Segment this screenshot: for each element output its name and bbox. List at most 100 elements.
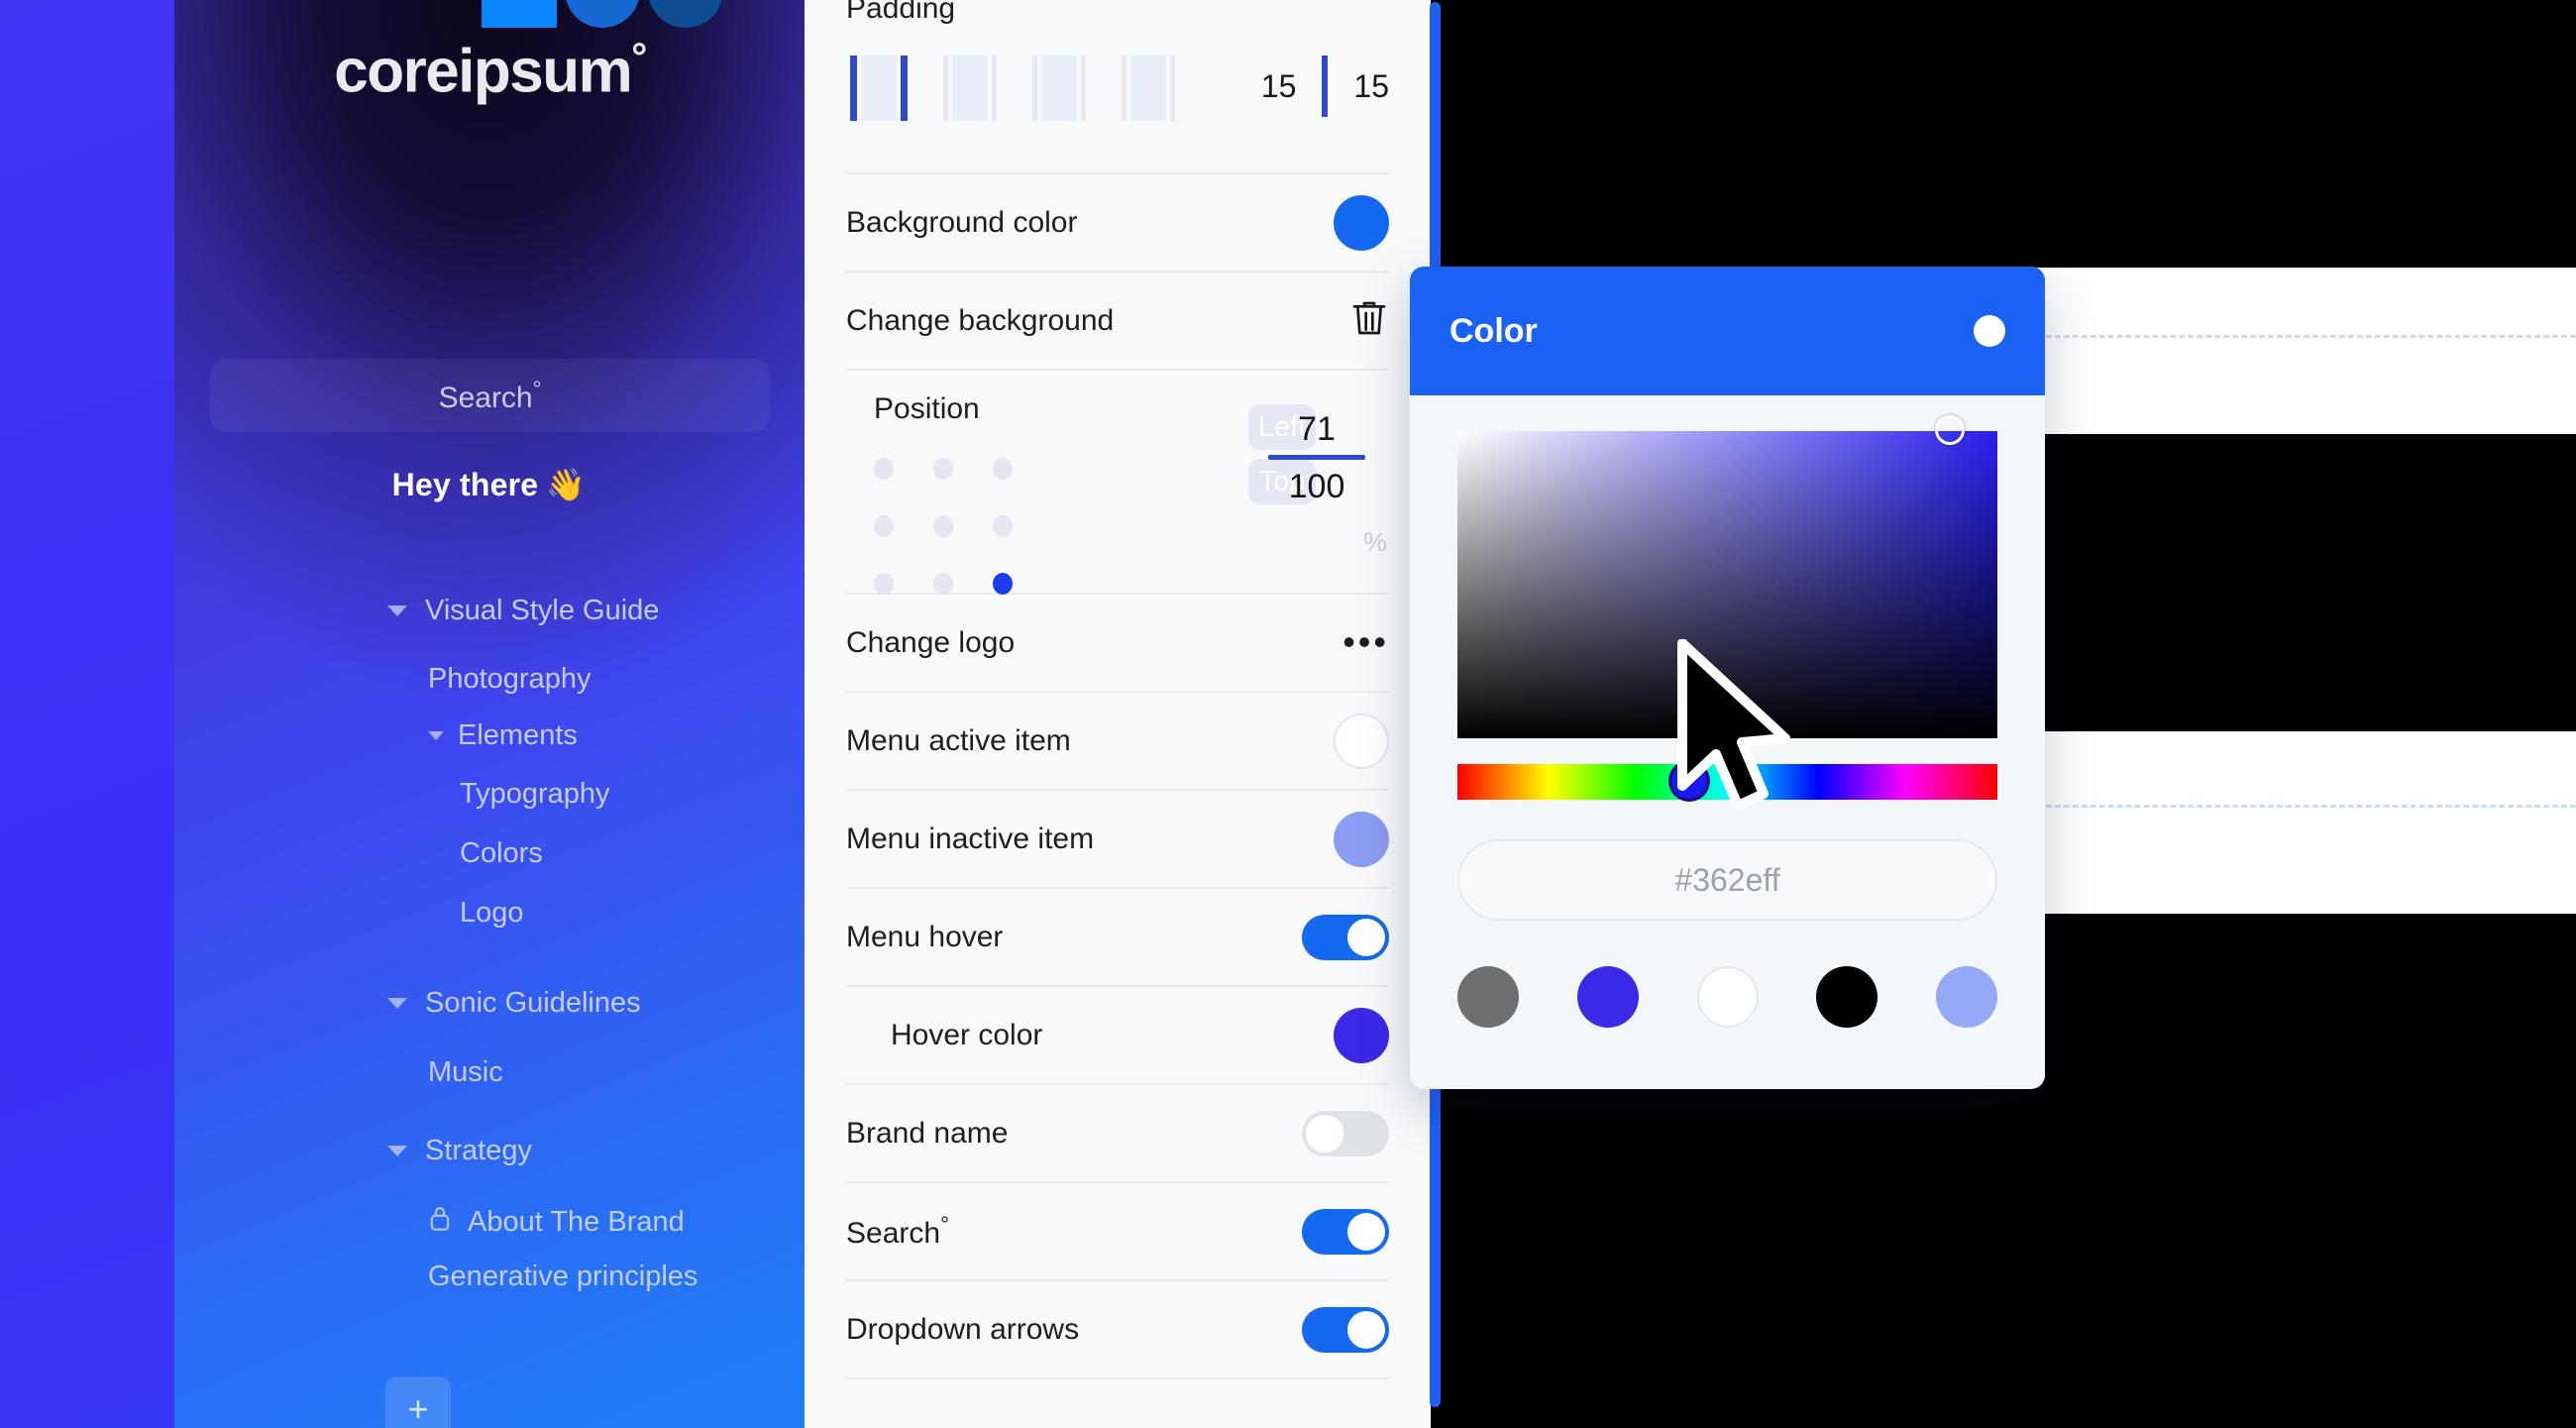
sidebar-item-music[interactable]: Music — [428, 1056, 503, 1089]
padding-horizontal-value[interactable]: 15 — [1261, 68, 1297, 105]
padding-values: 15 15 — [1261, 55, 1389, 117]
position-cell-2[interactable] — [993, 458, 1013, 480]
color-swatch[interactable] — [1334, 1007, 1389, 1063]
sidebar-item-label: Sonic Guidelines — [425, 987, 641, 1019]
waving-hand-icon: 👋 — [546, 467, 587, 502]
chevron-down-icon[interactable] — [387, 998, 407, 1009]
row-background-color[interactable]: Background color — [846, 174, 1389, 273]
brand-wordmark-degree: ° — [631, 36, 647, 79]
preset-swatch-periwinkle[interactable] — [1936, 966, 1997, 1028]
padding-edge-bar — [943, 55, 948, 121]
sidebar-item-label: Music — [428, 1056, 503, 1088]
sidebar-item-sonic-guidelines[interactable]: Sonic Guidelines — [387, 987, 641, 1020]
position-cell-5[interactable] — [993, 515, 1013, 537]
toggle-switch[interactable] — [1302, 1306, 1389, 1353]
sidebar-item-visual-style-guide[interactable]: Visual Style Guide — [387, 595, 659, 627]
row-label: Brand name — [846, 1116, 1009, 1150]
padding-group-3[interactable] — [1032, 55, 1086, 121]
preset-swatch-blue-violet[interactable] — [1576, 966, 1639, 1028]
color-swatch[interactable] — [1334, 713, 1389, 769]
sidebar-item-label: Strategy — [425, 1135, 532, 1166]
padding-edge-bar — [1032, 55, 1037, 121]
color-preview-dot[interactable] — [1974, 315, 2005, 347]
preset-swatch-gray[interactable] — [1457, 966, 1519, 1028]
trash-icon[interactable] — [1349, 296, 1389, 345]
row-menu-active-item[interactable]: Menu active item — [846, 693, 1389, 791]
row-menu-hover[interactable]: Menu hover — [846, 889, 1389, 987]
position-grid-row — [874, 573, 1013, 595]
row-label: Hover color — [891, 1018, 1043, 1051]
sidebar-item-strategy[interactable]: Strategy — [387, 1135, 532, 1167]
preset-swatch-black[interactable] — [1816, 966, 1878, 1028]
sidebar-item-generative-principles[interactable]: Generative principles — [428, 1261, 698, 1293]
toggle-switch[interactable] — [1302, 914, 1389, 960]
background-color-label: Background color — [846, 205, 1078, 239]
position-value-underline — [1268, 455, 1365, 460]
greeting-text: Hey there 👋 — [174, 466, 805, 503]
padding-group-left[interactable] — [850, 55, 908, 121]
padding-label: Padding — [846, 0, 956, 25]
row-hover-color[interactable]: Hover color — [846, 987, 1389, 1085]
padding-group-4[interactable] — [1122, 55, 1175, 121]
position-left-value[interactable]: 71 — [1262, 410, 1371, 449]
padding-edge-bar — [850, 55, 857, 121]
position-cell-1[interactable] — [933, 458, 953, 480]
hex-input[interactable]: #362eff — [1457, 839, 1997, 921]
position-cell-4[interactable] — [933, 515, 953, 537]
sidebar-item-elements[interactable]: Elements — [428, 719, 578, 752]
background-color-swatch[interactable] — [1334, 194, 1389, 251]
saturation-handle[interactable] — [1935, 415, 1965, 445]
toggle-switch[interactable] — [1302, 1110, 1389, 1156]
logo-dome-shape-1 — [565, 0, 640, 28]
brand-wordmark: coreipsum° — [174, 36, 805, 107]
position-grid-row — [874, 458, 1013, 480]
position-grid-row — [874, 515, 1013, 537]
sidebar-item-typography[interactable]: Typography — [460, 778, 610, 811]
position-cell-8-active[interactable] — [993, 573, 1013, 595]
toggle-knob — [1306, 1114, 1343, 1153]
position-cell-6[interactable] — [874, 573, 894, 595]
more-horizontal-icon[interactable]: ••• — [1342, 623, 1389, 660]
toggle-switch[interactable] — [1302, 1208, 1389, 1255]
padding-fill-bar — [952, 55, 988, 121]
row-label: Search° — [846, 1212, 949, 1250]
change-background-label: Change background — [846, 303, 1115, 337]
sidebar-item-colors[interactable]: Colors — [460, 837, 543, 870]
sidebar-item-label: Colors — [460, 837, 543, 869]
search-input[interactable]: Search° — [210, 359, 770, 432]
position-top-value[interactable]: 100 — [1262, 468, 1371, 506]
logo-dome-shape-2 — [648, 0, 723, 28]
add-page-button[interactable]: + — [385, 1376, 451, 1428]
row-dropdown-arrows[interactable]: Dropdown arrows — [846, 1281, 1389, 1379]
hue-slider-handle[interactable] — [1668, 760, 1710, 802]
row-label: Menu inactive item — [846, 822, 1095, 855]
chevron-down-icon[interactable] — [387, 1146, 407, 1156]
position-cell-3[interactable] — [874, 515, 894, 537]
hue-slider[interactable] — [1457, 760, 1997, 802]
sidebar-item-label: Elements — [458, 719, 578, 751]
preset-swatch-white[interactable] — [1696, 966, 1759, 1028]
chevron-down-icon[interactable] — [428, 731, 444, 740]
color-swatch[interactable] — [1334, 811, 1389, 867]
position-label: Position — [874, 392, 980, 425]
sidebar-item-label: Photography — [428, 663, 591, 695]
row-menu-inactive-item[interactable]: Menu inactive item — [846, 791, 1389, 889]
padding-group-2[interactable] — [943, 55, 997, 121]
position-cell-0[interactable] — [874, 458, 894, 480]
row-brand-name[interactable]: Brand name — [846, 1085, 1389, 1183]
sidebar-item-photography[interactable]: Photography — [428, 663, 590, 696]
position-cell-7[interactable] — [933, 573, 953, 595]
padding-vertical-value[interactable]: 15 — [1353, 68, 1389, 105]
sidebar-item-logo[interactable]: Logo — [460, 897, 524, 930]
chevron-down-icon[interactable] — [387, 605, 407, 616]
row-search[interactable]: Search° — [846, 1183, 1389, 1281]
padding-edge-bar — [1081, 55, 1086, 121]
padding-visual-control[interactable] — [850, 55, 1175, 121]
sidebar-item-label: Generative principles — [428, 1261, 698, 1292]
row-change-background[interactable]: Change background — [846, 273, 1389, 371]
row-change-logo[interactable]: Change logo ••• — [846, 595, 1389, 693]
row-label: Menu active item — [846, 723, 1071, 757]
color-picker-title: Color — [1449, 311, 1538, 350]
sidebar-item-about-the-brand[interactable]: About The Brand — [428, 1204, 685, 1240]
saturation-value-area[interactable] — [1457, 415, 1997, 738]
